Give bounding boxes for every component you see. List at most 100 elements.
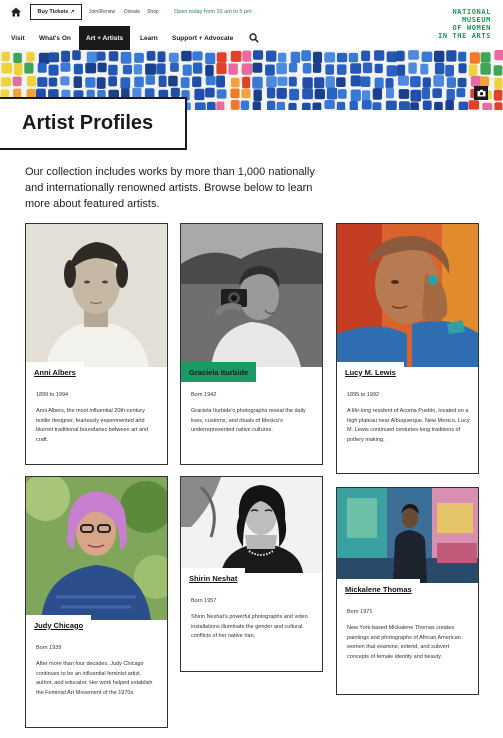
shop-link[interactable]: Shop xyxy=(147,9,159,15)
mosaic-tile xyxy=(398,75,409,86)
mosaic-tile xyxy=(349,100,358,110)
artist-years: 1899 to 1994 xyxy=(36,392,69,398)
artist-card[interactable]: Mickalene Thomas Born 1971 New York-base… xyxy=(336,487,479,695)
mosaic-tile xyxy=(252,101,261,110)
mosaic-tile xyxy=(432,88,442,98)
mosaic-tile xyxy=(252,62,263,73)
mosaic-tile xyxy=(253,50,264,60)
artist-name-link[interactable]: Mickalene Thomas xyxy=(337,579,420,599)
mosaic-tile xyxy=(26,76,37,87)
mosaic-tile xyxy=(12,76,22,87)
mosaic-tile xyxy=(314,89,325,100)
camera-icon xyxy=(477,89,485,97)
mosaic-tile xyxy=(324,52,336,63)
mosaic-tile xyxy=(338,89,347,99)
buy-tickets-button[interactable]: Buy Tickets ↗ xyxy=(30,4,82,20)
mosaic-tile xyxy=(336,77,346,87)
mosaic-tile xyxy=(336,64,347,75)
mosaic-tile xyxy=(386,51,398,63)
artist-photo xyxy=(337,224,478,367)
mosaic-tile xyxy=(445,100,454,110)
utility-bar: Buy Tickets ↗ Join/Renew Donate Shop Ope… xyxy=(0,0,503,40)
mosaic-tile xyxy=(312,63,322,73)
artist-card[interactable]: Shirin Neshat Born 1957 Shirin Neshat's … xyxy=(180,476,323,672)
mosaic-tile xyxy=(156,63,166,75)
artist-photo xyxy=(337,488,478,583)
artist-name-link[interactable]: Lucy M. Lewis xyxy=(337,362,404,382)
mosaic-tile xyxy=(397,64,406,77)
artist-photo xyxy=(26,477,167,620)
mosaic-tile xyxy=(433,75,444,87)
mosaic-tile xyxy=(458,101,469,110)
mosaic-tile xyxy=(230,77,240,88)
search-icon[interactable] xyxy=(249,33,259,43)
mosaic-tile xyxy=(85,62,97,74)
page-title: Artist Profiles xyxy=(22,112,154,134)
artist-name-link[interactable]: Anni Albers xyxy=(26,362,84,382)
mosaic-tile xyxy=(408,50,419,60)
nav-visit[interactable]: Visit xyxy=(11,26,25,50)
mosaic-tile xyxy=(434,101,443,110)
mosaic-tile xyxy=(1,51,10,62)
mosaic-tile xyxy=(1,62,13,74)
mosaic-tile xyxy=(61,50,70,63)
mosaic-tile xyxy=(374,50,385,61)
join-renew-link[interactable]: Join/Renew xyxy=(89,9,115,15)
artist-name-link[interactable]: Shirin Neshat xyxy=(181,568,246,588)
artist-name-link[interactable]: Judy Chicago xyxy=(26,615,92,635)
mosaic-tile xyxy=(468,64,478,77)
artist-photo xyxy=(181,477,322,573)
mosaic-tile xyxy=(494,77,503,90)
mosaic-tile xyxy=(241,88,251,99)
mosaic-tile xyxy=(493,89,503,101)
mosaic-tile xyxy=(361,90,371,102)
mosaic-tile xyxy=(458,63,467,74)
mosaic-tile xyxy=(253,89,262,102)
artist-description: After more than four decades, Judy Chica… xyxy=(36,661,153,696)
mosaic-tile xyxy=(410,89,422,102)
donate-link[interactable]: Donate xyxy=(124,9,140,15)
mosaic-tile xyxy=(422,77,431,88)
mosaic-tile xyxy=(192,62,203,74)
mosaic-tile xyxy=(60,62,71,72)
mosaic-tile xyxy=(422,100,432,110)
mosaic-tile xyxy=(289,88,300,101)
nav-art-artists[interactable]: Art + Artists xyxy=(79,26,131,50)
mosaic-tile xyxy=(170,87,180,97)
mosaic-tile xyxy=(230,100,240,110)
mosaic-tile xyxy=(86,51,98,63)
artist-years: Born 1971 xyxy=(347,609,373,615)
mosaic-tile xyxy=(0,77,11,87)
nav-learn[interactable]: Learn xyxy=(140,26,158,50)
mosaic-tile xyxy=(122,64,132,75)
artist-card[interactable]: Judy Chicago Born 1939 After more than f… xyxy=(25,476,168,728)
photo-credit-button[interactable] xyxy=(474,86,488,100)
mosaic-tile xyxy=(372,102,382,110)
artist-card[interactable]: Graciela Iturbide Born 1942 Graciela Itu… xyxy=(180,223,323,465)
artist-card[interactable]: Lucy M. Lewis 1895 to 1992 A life-long r… xyxy=(336,223,479,474)
nav-support-advocate[interactable]: Support + Advocate xyxy=(172,26,233,50)
mosaic-tile xyxy=(48,77,58,87)
mosaic-tile xyxy=(410,102,419,110)
artist-name-link[interactable]: Graciela Iturbide xyxy=(181,362,257,382)
mosaic-tile xyxy=(60,76,70,86)
mosaic-tile xyxy=(348,52,359,63)
mosaic-tile xyxy=(48,64,59,76)
artist-photo xyxy=(26,224,167,367)
mosaic-tile xyxy=(494,102,503,110)
mosaic-tile xyxy=(241,63,253,75)
mosaic-tile xyxy=(97,62,107,73)
mosaic-tile xyxy=(26,52,35,62)
artist-years: 1895 to 1992 xyxy=(347,392,380,398)
nav-whats-on[interactable]: What's On xyxy=(39,26,71,50)
home-icon[interactable] xyxy=(10,6,22,18)
mosaic-tile xyxy=(302,102,311,110)
artist-card[interactable]: Anni Albers 1899 to 1994 Anni Albers, th… xyxy=(25,223,168,465)
mosaic-tile xyxy=(302,77,313,89)
mosaic-tile xyxy=(276,101,285,110)
artist-description: Shirin Neshat's powerful photographs and… xyxy=(191,614,308,639)
mosaic-tile xyxy=(96,77,106,89)
mosaic-tile xyxy=(445,64,454,77)
mosaic-tile xyxy=(145,75,155,85)
mosaic-tile xyxy=(266,50,277,62)
